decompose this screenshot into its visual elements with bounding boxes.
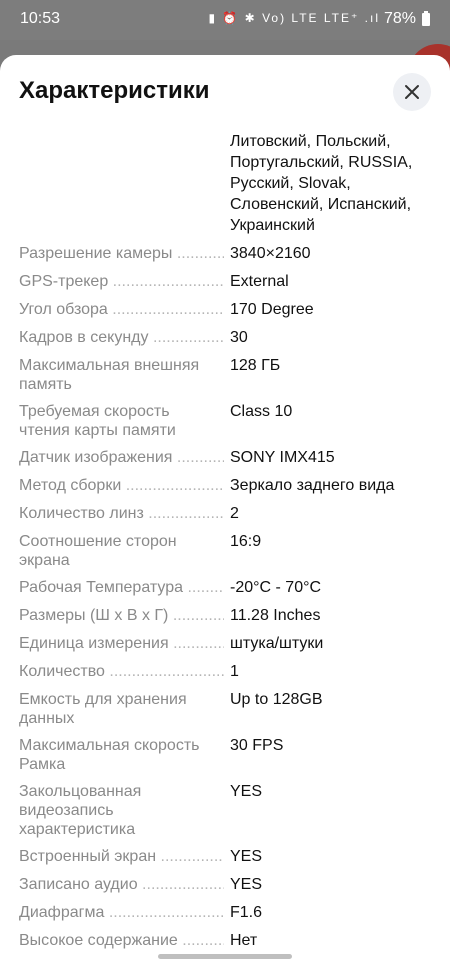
spec-value: 30 FPS: [230, 737, 284, 754]
battery-icon: [422, 11, 430, 26]
spec-label: Максимальная внешняя память: [19, 357, 200, 393]
spec-row: Требуемая скорость чтения карты памяти Cl…: [0, 402, 450, 440]
spec-row: Кадров в секунду 30: [0, 328, 450, 356]
spec-row: Количество линз 2: [0, 504, 450, 532]
spec-value: 11.28 Inches: [230, 607, 321, 624]
spec-label: Размеры (Ш x В x Г): [19, 606, 224, 625]
spec-label: Единица измерения: [19, 634, 224, 653]
status-bar: 10:53 ▮ ⏰ ✱ Vo) LTE LTE⁺ .ıl 78%: [0, 0, 450, 40]
spec-label: Разрешение камеры: [19, 244, 224, 263]
spec-row: Количество 1: [0, 662, 450, 690]
sheet-title: Характеристики: [19, 77, 210, 104]
spec-label: Метод сборки: [19, 476, 224, 495]
specs-list: Литовский, Польский, Португальский, RUSS…: [0, 131, 450, 959]
navigation-bar-indicator[interactable]: [158, 954, 292, 959]
characteristics-sheet: Характеристики Литовский, Польский, Порт…: [0, 55, 450, 965]
close-button[interactable]: [393, 73, 431, 111]
spec-row: Угол обзора 170 Degree: [0, 300, 450, 328]
spec-label: Высокое содержание: [19, 931, 224, 950]
spec-row: Единица измерения штука/штуки: [0, 634, 450, 662]
spec-row: Максимальная скорость Рамка 30 FPS: [0, 736, 450, 774]
spec-value: 170 Degree: [230, 301, 314, 318]
spec-value: Нет: [230, 932, 258, 949]
spec-label: Максимальная скорость Рамка: [19, 737, 200, 773]
spec-value: 30: [230, 329, 248, 346]
close-icon: [405, 85, 419, 99]
spec-value: штука/штуки: [230, 635, 324, 652]
spec-row: Рабочая Температура -20°C - 70°C: [0, 578, 450, 606]
spec-label: Закольцованная видеозапись характеристик…: [19, 783, 142, 838]
spec-value: 3840×2160: [230, 245, 311, 262]
spec-value: YES: [230, 848, 263, 865]
spec-label: Емкость для хранения данных: [19, 691, 187, 727]
spec-value: F1.6: [230, 904, 263, 921]
spec-label: Угол обзора: [19, 300, 224, 319]
spec-row: GPS-трекер External: [0, 272, 450, 300]
status-icons: ▮ ⏰ ✱ Vo) LTE LTE⁺ .ıl: [208, 11, 380, 25]
spec-row: Датчик изображения SONY IMX415: [0, 448, 450, 476]
spec-value: 16:9: [230, 533, 262, 550]
spec-value: 2: [230, 505, 239, 522]
spec-value: Up to 128GB: [230, 691, 323, 708]
spec-label: Количество: [19, 662, 224, 681]
spec-row: Емкость для хранения данных Up to 128GB: [0, 690, 450, 728]
spec-label: Требуемая скорость чтения карты памяти: [19, 403, 176, 439]
spec-value: -20°C - 70°C: [230, 579, 322, 596]
spec-label: Диафрагма: [19, 903, 224, 922]
spec-label: GPS-трекер: [19, 272, 224, 291]
spec-row: Записано аудио YES: [0, 875, 450, 903]
spec-label: Встроенный экран: [19, 847, 224, 866]
spec-label: Соотношение сторон экрана: [19, 533, 177, 569]
spec-row: Соотношение сторон экрана 16:9: [0, 532, 450, 570]
spec-value: 128 ГБ: [230, 357, 281, 374]
spec-label: Датчик изображения: [19, 448, 224, 467]
spec-value: YES: [230, 783, 263, 800]
spec-value: SONY IMX415: [230, 449, 335, 466]
spec-label: Кадров в секунду: [19, 328, 224, 347]
spec-value: Зеркало заднего вида: [230, 477, 395, 494]
spec-value: External: [230, 273, 289, 290]
spec-row: Размеры (Ш x В x Г) 11.28 Inches: [0, 606, 450, 634]
spec-row: Встроенный экран YES: [0, 847, 450, 875]
battery-percentage: 78%: [383, 10, 416, 27]
spec-row: Диафрагма F1.6: [0, 903, 450, 931]
spec-row: Разрешение камеры 3840×2160: [0, 244, 450, 272]
spec-value: 1: [230, 663, 239, 680]
spec-label: Рабочая Температура: [19, 578, 224, 597]
spec-label: Записано аудио: [19, 875, 224, 894]
spec-row: Метод сборки Зеркало заднего вида: [0, 476, 450, 504]
spec-value: YES: [230, 876, 263, 893]
status-time: 10:53: [20, 10, 61, 27]
spec-label: Количество линз: [19, 504, 224, 523]
spec-row: Закольцованная видеозапись характеристик…: [0, 782, 450, 839]
spec-row: Максимальная внешняя память 128 ГБ: [0, 356, 450, 394]
languages-value: Литовский, Польский, Португальский, RUSS…: [230, 133, 413, 234]
spec-value: Class 10: [230, 403, 293, 420]
